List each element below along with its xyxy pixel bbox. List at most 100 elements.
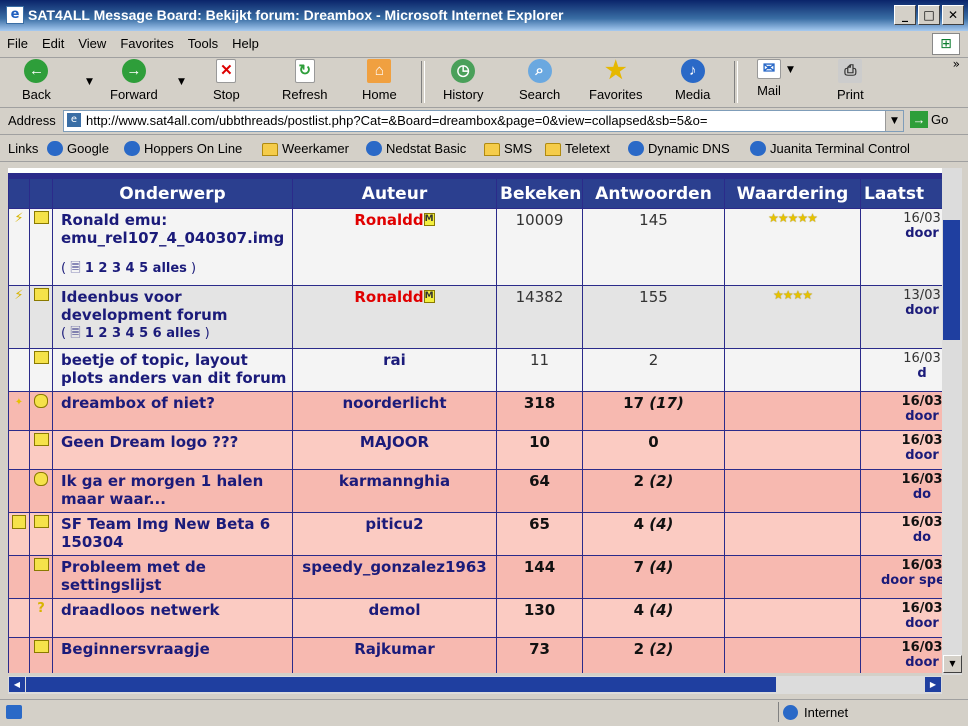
scroll-down-arrow-icon[interactable]: ▼	[943, 655, 962, 673]
address-dropdown-icon[interactable]: ▼	[885, 111, 903, 131]
menu-edit[interactable]: Edit	[35, 31, 71, 51]
forward-dropdown[interactable]: ▼	[178, 77, 185, 87]
table-row: Probleem met de settingslijst speedy_gon…	[8, 555, 942, 599]
thread-title-link[interactable]: Beginnersvraagje	[61, 640, 289, 658]
col-rating[interactable]: Waardering	[724, 178, 861, 209]
moderator-badge-icon: M	[423, 213, 435, 226]
views-count: 10	[496, 430, 583, 470]
print-button[interactable]: ⎙ Print	[837, 59, 864, 102]
thread-title-link[interactable]: dreambox of niet?	[61, 394, 289, 412]
address-input[interactable]: e http://www.sat4all.com/ubbthreads/post…	[63, 110, 904, 132]
thread-title-link[interactable]: draadloos netwerk	[61, 601, 289, 619]
col-replies[interactable]: Antwoorden	[582, 178, 725, 209]
back-dropdown[interactable]: ▼	[86, 77, 93, 87]
last-post-date: 16/03	[903, 351, 941, 366]
last-post-by[interactable]: door	[905, 409, 939, 424]
favorites-button[interactable]: ★ Favorites	[589, 59, 642, 103]
table-row: beetje of topic, layout plots anders van…	[8, 348, 942, 392]
link-dynamic-dns[interactable]: Dynamic DNS	[628, 141, 730, 156]
security-zone: Internet	[778, 702, 965, 722]
last-post-by[interactable]: door	[905, 655, 939, 670]
thread-title-link[interactable]: Ik ga er morgen 1 halen maar waar...	[61, 472, 289, 508]
page-links[interactable]: ( 🗏 1 2 3 4 5 alles )	[61, 259, 289, 281]
link-juanita[interactable]: Juanita Terminal Control	[750, 141, 910, 156]
mail-dropdown[interactable]: ▼	[787, 65, 794, 75]
vertical-scroll-thumb[interactable]	[943, 220, 960, 340]
author-link[interactable]: demol	[292, 598, 497, 638]
last-post-by[interactable]: do	[913, 530, 931, 545]
table-row: ✦ dreambox of niet? noorderlicht 318 17 …	[8, 391, 942, 431]
horizontal-scroll-thumb[interactable]	[26, 677, 776, 692]
last-post-by[interactable]: door	[905, 226, 939, 241]
thread-title-link[interactable]: Geen Dream logo ???	[61, 433, 289, 451]
mail-button[interactable]: ✉ Mail	[757, 59, 781, 98]
search-button[interactable]: ⌕ Search	[519, 59, 560, 102]
last-post-by[interactable]: door speed	[881, 573, 942, 588]
toolbar-overflow-chevron-icon[interactable]: »	[953, 57, 960, 71]
forward-button[interactable]: → Forward	[110, 59, 158, 102]
refresh-button[interactable]: ↻ Refresh	[282, 59, 328, 102]
sticky-icon: ⚡	[14, 211, 24, 226]
author-link[interactable]: noorderlicht	[292, 391, 497, 431]
last-post-by[interactable]: door	[905, 616, 939, 631]
last-post-by[interactable]: do	[913, 487, 931, 502]
address-url[interactable]: http://www.sat4all.com/ubbthreads/postli…	[86, 113, 708, 128]
rating-stars	[724, 598, 861, 638]
media-button[interactable]: ♪ Media	[675, 59, 710, 102]
last-post-date: 13/03	[903, 288, 941, 303]
menu-favorites[interactable]: Favorites	[113, 31, 180, 51]
menu-view[interactable]: View	[71, 31, 113, 51]
menu-help[interactable]: Help	[225, 31, 266, 51]
col-last[interactable]: Laatst	[860, 178, 942, 209]
col-author[interactable]: Auteur	[292, 178, 497, 209]
link-teletext[interactable]: Teletext	[545, 141, 610, 156]
link-nedstat[interactable]: Nedstat Basic	[366, 141, 466, 156]
vertical-scrollbar[interactable]: ▼	[942, 168, 962, 675]
refresh-icon: ↻	[294, 59, 315, 83]
link-sms[interactable]: SMS	[484, 141, 532, 156]
menu-tools[interactable]: Tools	[181, 31, 225, 51]
book-icon	[33, 558, 49, 571]
scroll-right-arrow-icon[interactable]: ▶	[925, 677, 941, 692]
last-post-by[interactable]: door	[905, 448, 939, 463]
maximize-button[interactable]: □	[918, 5, 940, 25]
table-row: Geen Dream logo ??? MAJOOR 10 0 16/03 doo…	[8, 430, 942, 470]
thread-title-link[interactable]: Ideenbus voor development forum	[61, 288, 289, 324]
link-google[interactable]: Google	[47, 141, 109, 156]
scroll-left-arrow-icon[interactable]: ◀	[9, 677, 25, 692]
page-links[interactable]: ( 🗏 1 2 3 4 5 6 alles )	[61, 324, 289, 346]
author-link[interactable]: rai	[292, 348, 497, 392]
col-subject[interactable]: Onderwerp	[52, 178, 293, 209]
thread-title-link[interactable]: Probleem met de settingslijst	[61, 558, 289, 594]
rating-stars: ★★★★★	[724, 208, 861, 286]
author-link[interactable]: Ronaldd	[354, 288, 423, 306]
author-link[interactable]: speedy_gonzalez1963	[292, 555, 497, 599]
col-views[interactable]: Bekeken	[496, 178, 583, 209]
author-link[interactable]: Ronaldd	[354, 211, 423, 229]
last-post-by[interactable]: door	[905, 303, 939, 318]
link-weerkamer[interactable]: Weerkamer	[262, 141, 349, 156]
go-button[interactable]: → Go	[910, 111, 948, 128]
stop-button[interactable]: ✕ Stop	[213, 59, 240, 102]
replies-count: 2 (2)	[582, 637, 725, 673]
thread-title-link[interactable]: Ronald emu: emu_rel107_4_040307.img	[61, 211, 289, 247]
author-link[interactable]: MAJOOR	[292, 430, 497, 470]
home-icon: ⌂	[367, 59, 392, 83]
toolbar-separator	[421, 61, 425, 103]
author-link[interactable]: piticu2	[292, 512, 497, 556]
thread-title-link[interactable]: beetje of topic, layout plots anders van…	[61, 351, 289, 387]
author-link[interactable]: Rajkumar	[292, 637, 497, 673]
menu-file[interactable]: File	[0, 31, 35, 51]
home-button[interactable]: ⌂ Home	[362, 59, 397, 102]
pages-icon: 🗏	[70, 326, 81, 341]
replies-count: 4 (4)	[582, 512, 725, 556]
history-button[interactable]: ◷ History	[443, 59, 483, 102]
back-button[interactable]: ← Back	[22, 59, 51, 102]
thread-title-link[interactable]: SF Team Img New Beta 6 150304	[61, 515, 289, 551]
last-post-by[interactable]: d	[917, 366, 926, 381]
close-button[interactable]: ✕	[942, 5, 964, 25]
link-hoppers[interactable]: Hoppers On Line	[124, 141, 242, 156]
author-link[interactable]: karmannghia	[292, 469, 497, 513]
horizontal-scrollbar[interactable]: ◀ ▶	[8, 676, 942, 694]
minimize-button[interactable]: _	[894, 5, 916, 25]
